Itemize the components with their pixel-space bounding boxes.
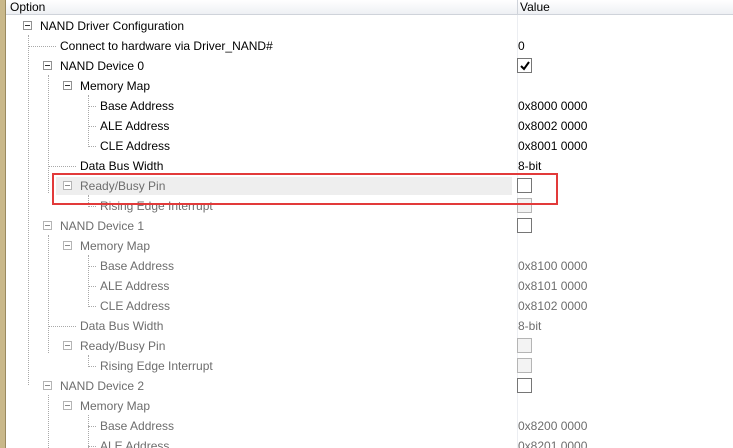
collapse-toggle-icon[interactable]	[63, 241, 72, 250]
tree-row-connect[interactable]: Connect to hardware via Driver_NAND# 0	[0, 36, 733, 56]
tree-row-memory-map-0[interactable]: Memory Map	[0, 76, 733, 96]
tree-row-base-address-0[interactable]: Base Address 0x8000 0000	[0, 96, 733, 116]
rising-edge-interrupt-checkbox[interactable]	[517, 198, 532, 213]
option-column-header[interactable]: Option	[10, 0, 45, 14]
tree-row-label: CLE Address	[100, 139, 171, 153]
device-2-enable-checkbox[interactable]	[517, 378, 532, 393]
data-bus-width-value[interactable]: 8-bit	[518, 159, 541, 173]
tree-row-ale-address-2[interactable]: ALE Address 0x8201 0000	[0, 436, 733, 448]
tree-row-label: NAND Device 1	[60, 219, 145, 233]
tree-row-label: NAND Device 2	[60, 379, 145, 393]
ale-address-value[interactable]: 0x8002 0000	[518, 119, 587, 133]
data-bus-width-value[interactable]: 8-bit	[518, 319, 541, 333]
value-column-header[interactable]: Value	[520, 0, 550, 14]
tree-row-nand-device-0[interactable]: NAND Device 0	[0, 56, 733, 76]
tree-row-nand-device-2[interactable]: NAND Device 2	[0, 376, 733, 396]
tree-row-label: CLE Address	[100, 299, 171, 313]
checkmark-icon	[520, 61, 530, 71]
base-address-value[interactable]: 0x8100 0000	[518, 259, 587, 273]
column-separator[interactable]	[517, 0, 518, 15]
base-address-value[interactable]: 0x8200 0000	[518, 419, 587, 433]
collapse-toggle-icon[interactable]	[43, 381, 52, 390]
tree-row-label: Ready/Busy Pin	[80, 339, 166, 353]
tree-row-label: Memory Map	[80, 399, 151, 413]
tree-row-cle-address-0[interactable]: CLE Address 0x8001 0000	[0, 136, 733, 156]
ale-address-value[interactable]: 0x8101 0000	[518, 279, 587, 293]
tree-row-data-bus-width-0[interactable]: Data Bus Width 8-bit	[0, 156, 733, 176]
tree-row-label: Connect to hardware via Driver_NAND#	[60, 39, 273, 53]
column-header: Option Value	[6, 0, 733, 15]
tree-row-label: ALE Address	[100, 439, 170, 448]
tree-row-label: Memory Map	[80, 239, 151, 253]
collapse-toggle-icon[interactable]	[43, 61, 52, 70]
base-address-value[interactable]: 0x8000 0000	[518, 99, 587, 113]
ready-busy-pin-checkbox[interactable]	[517, 178, 532, 193]
collapse-toggle-icon[interactable]	[23, 21, 32, 30]
tree-row-label: NAND Device 0	[60, 59, 145, 73]
tree-row-label: ALE Address	[100, 279, 170, 293]
tree-row-label: Base Address	[100, 99, 175, 113]
tree-row-base-address-1[interactable]: Base Address 0x8100 0000	[0, 256, 733, 276]
collapse-toggle-icon[interactable]	[43, 221, 52, 230]
tree-row-label: Data Bus Width	[80, 319, 164, 333]
tree-row-nand-device-1[interactable]: NAND Device 1	[0, 216, 733, 236]
collapse-toggle-icon[interactable]	[63, 401, 72, 410]
tree-row-base-address-2[interactable]: Base Address 0x8200 0000	[0, 416, 733, 436]
connect-value[interactable]: 0	[518, 39, 525, 53]
tree-row-label: Rising Edge Interrupt	[100, 359, 213, 373]
cle-address-value[interactable]: 0x8102 0000	[518, 299, 587, 313]
tree-row-ready-busy-pin-0[interactable]: Ready/Busy Pin	[0, 176, 733, 196]
tree-row-cle-address-1[interactable]: CLE Address 0x8102 0000	[0, 296, 733, 316]
tree-row-label: ALE Address	[100, 119, 170, 133]
cle-address-value[interactable]: 0x8001 0000	[518, 139, 587, 153]
tree-row-root[interactable]: NAND Driver Configuration	[0, 16, 733, 36]
tree-row-label: Base Address	[100, 259, 175, 273]
collapse-toggle-icon[interactable]	[63, 181, 72, 190]
tree-row-ready-busy-pin-1[interactable]: Ready/Busy Pin	[0, 336, 733, 356]
tree-row-data-bus-width-1[interactable]: Data Bus Width 8-bit	[0, 316, 733, 336]
tree-row-label: Base Address	[100, 419, 175, 433]
ale-address-value[interactable]: 0x8201 0000	[518, 439, 587, 448]
tree-row-rising-edge-1[interactable]: Rising Edge Interrupt	[0, 356, 733, 376]
tree-row-label: Ready/Busy Pin	[80, 179, 166, 193]
ready-busy-pin-checkbox[interactable]	[517, 338, 532, 353]
rising-edge-interrupt-checkbox[interactable]	[517, 358, 532, 373]
tree-row-rising-edge-0[interactable]: Rising Edge Interrupt	[0, 196, 733, 216]
tree-row-label: NAND Driver Configuration	[40, 19, 185, 33]
device-0-enable-checkbox[interactable]	[517, 58, 532, 73]
tree-row-memory-map-2[interactable]: Memory Map	[0, 396, 733, 416]
tree-row-label: Data Bus Width	[80, 159, 164, 173]
tree-row-ale-address-0[interactable]: ALE Address 0x8002 0000	[0, 116, 733, 136]
tree-row-label: Memory Map	[80, 79, 151, 93]
collapse-toggle-icon[interactable]	[63, 81, 72, 90]
tree-row-label: Rising Edge Interrupt	[100, 199, 213, 213]
tree-row-memory-map-1[interactable]: Memory Map	[0, 236, 733, 256]
tree-row-ale-address-1[interactable]: ALE Address 0x8101 0000	[0, 276, 733, 296]
device-1-enable-checkbox[interactable]	[517, 218, 532, 233]
collapse-toggle-icon[interactable]	[63, 341, 72, 350]
